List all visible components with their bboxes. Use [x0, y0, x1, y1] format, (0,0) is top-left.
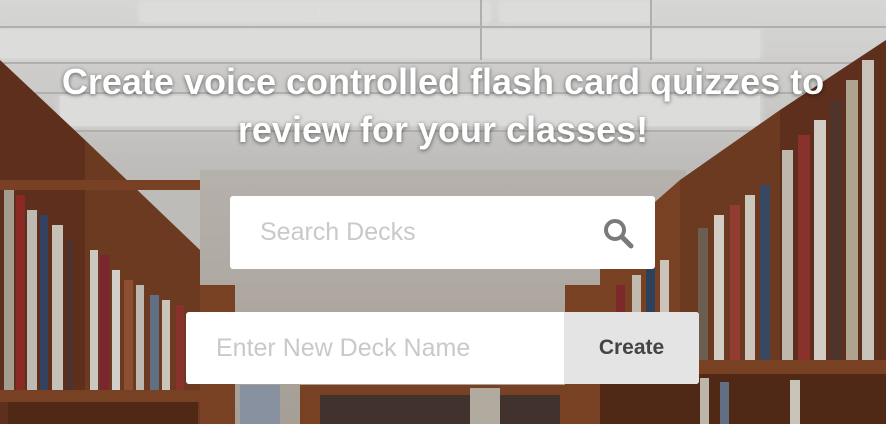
new-deck-name-input[interactable]	[186, 312, 564, 384]
hero-headline: Create voice controlled flash card quizz…	[0, 58, 886, 154]
create-button[interactable]: Create	[564, 312, 699, 384]
search-decks-box	[230, 196, 655, 269]
headline-line-1: Create voice controlled flash card quizz…	[61, 61, 825, 102]
new-deck-form: Create	[186, 312, 699, 384]
search-decks-input[interactable]	[230, 196, 590, 269]
headline-line-2: review for your classes!	[237, 109, 649, 150]
search-icon[interactable]	[601, 216, 637, 250]
